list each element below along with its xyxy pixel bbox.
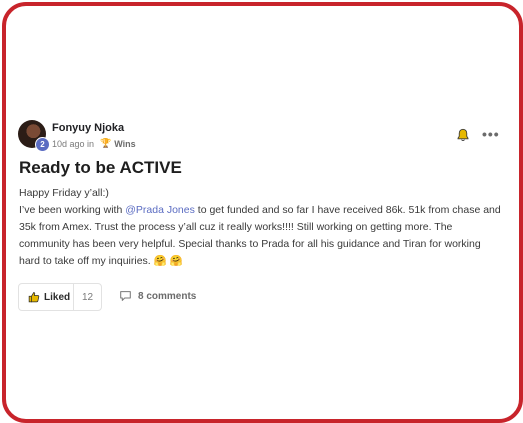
comments-label: 8 comments — [138, 290, 197, 302]
post-meta: 10d ago in 🏆 Wins — [52, 138, 136, 149]
like-button[interactable]: Liked — [19, 284, 74, 310]
bell-icon[interactable] — [456, 128, 470, 142]
comments-button[interactable]: 8 comments — [119, 290, 196, 302]
body-text-start: I’ve been working with — [19, 204, 126, 216]
post-time: 10d ago in — [52, 138, 95, 149]
trophy-icon: 🏆 — [100, 138, 112, 148]
like-count[interactable]: 12 — [74, 292, 101, 303]
post-paragraph: I’ve been working with @Prada Jones to g… — [19, 202, 504, 270]
mention-link[interactable]: @Prada Jones — [125, 204, 195, 216]
post-category[interactable]: Wins — [114, 139, 135, 149]
post-greeting: Happy Friday y’all:) — [19, 187, 109, 199]
thumbs-up-icon — [28, 292, 40, 303]
like-control: Liked 12 — [18, 283, 102, 311]
author-avatar[interactable]: 2 — [18, 120, 50, 152]
more-options-icon[interactable]: ••• — [482, 127, 500, 141]
author-name[interactable]: Fonyuy Njoka — [52, 122, 124, 134]
comment-icon — [120, 291, 131, 301]
level-badge: 2 — [35, 137, 50, 152]
post-body: Happy Friday y’all:) I’ve been working w… — [19, 185, 504, 270]
like-label: Liked — [44, 291, 71, 303]
post-title: Ready to be ACTIVE — [19, 158, 182, 177]
